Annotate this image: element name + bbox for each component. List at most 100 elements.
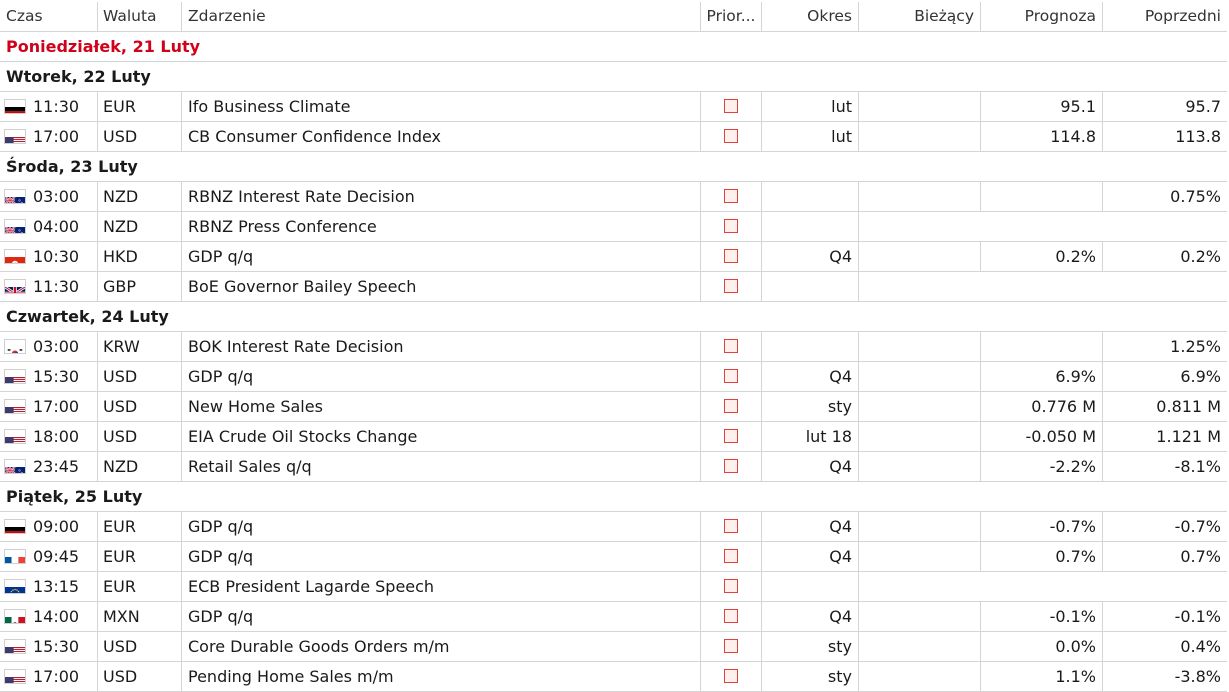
priority-checkbox[interactable] — [724, 369, 738, 383]
event-time: 17:00 — [33, 397, 80, 416]
event-name[interactable]: ECB President Lagarde Speech — [182, 572, 701, 601]
event-row[interactable]: 03:00 NZD RBNZ Interest Rate Decision 0.75% — [0, 182, 1227, 212]
event-row[interactable]: 04:00 NZD RBNZ Press Conference — [0, 212, 1227, 242]
previous-cell: -0.7% — [1174, 517, 1221, 536]
priority-checkbox[interactable] — [724, 219, 738, 233]
previous-cell: 6.9% — [1180, 367, 1221, 386]
previous-cell: 1.25% — [1170, 337, 1221, 356]
event-time: 03:00 — [33, 187, 80, 206]
actual-cell — [859, 632, 981, 661]
event-row[interactable]: 17:00 USD New Home Sales sty 0.776 M 0.811 M — [0, 392, 1227, 422]
actual-cell — [859, 422, 981, 451]
column-header-forecast[interactable]: Prognoza — [981, 2, 1103, 31]
event-name[interactable]: GDP q/q — [182, 512, 701, 541]
period-cell: lut — [762, 122, 859, 151]
column-header-actual[interactable]: Bieżący — [859, 2, 981, 31]
event-row[interactable]: 10:30 HKD GDP q/q Q4 0.2% 0.2% — [0, 242, 1227, 272]
time-cell: 17:00 — [0, 392, 98, 421]
event-row[interactable]: 11:30 EUR Ifo Business Climate lut 95.1 95.7 — [0, 92, 1227, 122]
time-cell: 23:45 — [0, 452, 98, 481]
column-header-currency[interactable]: Waluta — [98, 2, 182, 31]
time-cell: 09:00 — [0, 512, 98, 541]
event-row[interactable]: 14:00 MXN GDP q/q Q4 -0.1% -0.1% — [0, 602, 1227, 632]
event-name[interactable]: RBNZ Press Conference — [182, 212, 701, 241]
flag-usa-icon — [4, 369, 26, 384]
priority-checkbox[interactable] — [724, 639, 738, 653]
actual-cell — [859, 242, 981, 271]
priority-cell — [701, 662, 762, 691]
priority-checkbox[interactable] — [724, 519, 738, 533]
previous-cell: -8.1% — [1174, 457, 1221, 476]
currency-cell: USD — [98, 632, 182, 661]
priority-cell — [701, 512, 762, 541]
event-row[interactable]: 09:45 EUR GDP q/q Q4 0.7% 0.7% — [0, 542, 1227, 572]
priority-cell — [701, 242, 762, 271]
currency-cell: EUR — [98, 542, 182, 571]
event-row[interactable]: 23:45 NZD Retail Sales q/q Q4 -2.2% -8.1% — [0, 452, 1227, 482]
actual-cell — [859, 542, 981, 571]
event-name[interactable]: EIA Crude Oil Stocks Change — [182, 422, 701, 451]
event-name[interactable]: GDP q/q — [182, 602, 701, 631]
priority-checkbox[interactable] — [724, 549, 738, 563]
event-row[interactable]: 15:30 USD GDP q/q Q4 6.9% 6.9% — [0, 362, 1227, 392]
previous-cell: 95.7 — [1185, 97, 1221, 116]
event-name[interactable]: Ifo Business Climate — [182, 92, 701, 121]
forecast-cell: 95.1 — [981, 92, 1103, 121]
event-row[interactable]: 03:00 KRW BOK Interest Rate Decision 1.25% — [0, 332, 1227, 362]
event-row[interactable]: 17:00 USD Pending Home Sales m/m sty 1.1% -3.… — [0, 662, 1227, 692]
time-cell: 04:00 — [0, 212, 98, 241]
event-name[interactable]: Core Durable Goods Orders m/m — [182, 632, 701, 661]
event-row[interactable]: 18:00 USD EIA Crude Oil Stocks Change lut 1… — [0, 422, 1227, 452]
event-name[interactable]: GDP q/q — [182, 242, 701, 271]
economic-calendar: Czas Waluta Zdarzenie Prior... Okres Bie… — [0, 0, 1229, 692]
column-header-period[interactable]: Okres — [762, 2, 859, 31]
event-name[interactable]: CB Consumer Confidence Index — [182, 122, 701, 151]
flag-new-zealand-icon — [4, 459, 26, 474]
actual-cell — [859, 362, 981, 391]
flag-usa-icon — [4, 669, 26, 684]
column-header-priority[interactable]: Prior... — [701, 2, 762, 31]
priority-checkbox[interactable] — [724, 669, 738, 683]
actual-cell — [859, 392, 981, 421]
column-header-time[interactable]: Czas — [0, 2, 98, 31]
priority-checkbox[interactable] — [724, 279, 738, 293]
event-row[interactable]: 09:00 EUR GDP q/q Q4 -0.7% -0.7% — [0, 512, 1227, 542]
event-name[interactable]: BOK Interest Rate Decision — [182, 332, 701, 361]
event-name[interactable]: GDP q/q — [182, 362, 701, 391]
event-name[interactable]: GDP q/q — [182, 542, 701, 571]
flag-south-korea-icon — [4, 339, 26, 354]
priority-checkbox[interactable] — [724, 399, 738, 413]
event-row[interactable]: 11:30 GBP BoE Governor Bailey Speech — [0, 272, 1227, 302]
event-time: 10:30 — [33, 247, 80, 266]
event-name[interactable]: BoE Governor Bailey Speech — [182, 272, 701, 301]
actual-cell — [859, 452, 981, 481]
column-header-previous[interactable]: Poprzedni — [1103, 2, 1227, 31]
priority-checkbox[interactable] — [724, 339, 738, 353]
period-cell: lut — [762, 92, 859, 121]
priority-checkbox[interactable] — [724, 579, 738, 593]
event-row[interactable]: 15:30 USD Core Durable Goods Orders m/m sty… — [0, 632, 1227, 662]
priority-checkbox[interactable] — [724, 99, 738, 113]
priority-checkbox[interactable] — [724, 609, 738, 623]
event-row[interactable]: 17:00 USD CB Consumer Confidence Index lut 1… — [0, 122, 1227, 152]
actual-cell — [859, 512, 981, 541]
actual-cell — [859, 122, 981, 151]
column-header-event[interactable]: Zdarzenie — [182, 2, 701, 31]
priority-checkbox[interactable] — [724, 249, 738, 263]
flag-germany-icon — [4, 99, 26, 114]
time-cell: 09:45 — [0, 542, 98, 571]
previous-cell: -3.8% — [1174, 667, 1221, 686]
event-name[interactable]: Pending Home Sales m/m — [182, 662, 701, 691]
event-row[interactable]: 13:15 EUR ECB President Lagarde Speech — [0, 572, 1227, 602]
previous-cell: 113.8 — [1175, 127, 1221, 146]
priority-checkbox[interactable] — [724, 189, 738, 203]
event-name[interactable]: Retail Sales q/q — [182, 452, 701, 481]
event-name[interactable]: RBNZ Interest Rate Decision — [182, 182, 701, 211]
event-name[interactable]: New Home Sales — [182, 392, 701, 421]
forecast-cell: 114.8 — [981, 122, 1103, 151]
priority-checkbox[interactable] — [724, 129, 738, 143]
priority-checkbox[interactable] — [724, 459, 738, 473]
priority-cell — [701, 572, 762, 601]
period-cell: sty — [762, 632, 859, 661]
priority-checkbox[interactable] — [724, 429, 738, 443]
